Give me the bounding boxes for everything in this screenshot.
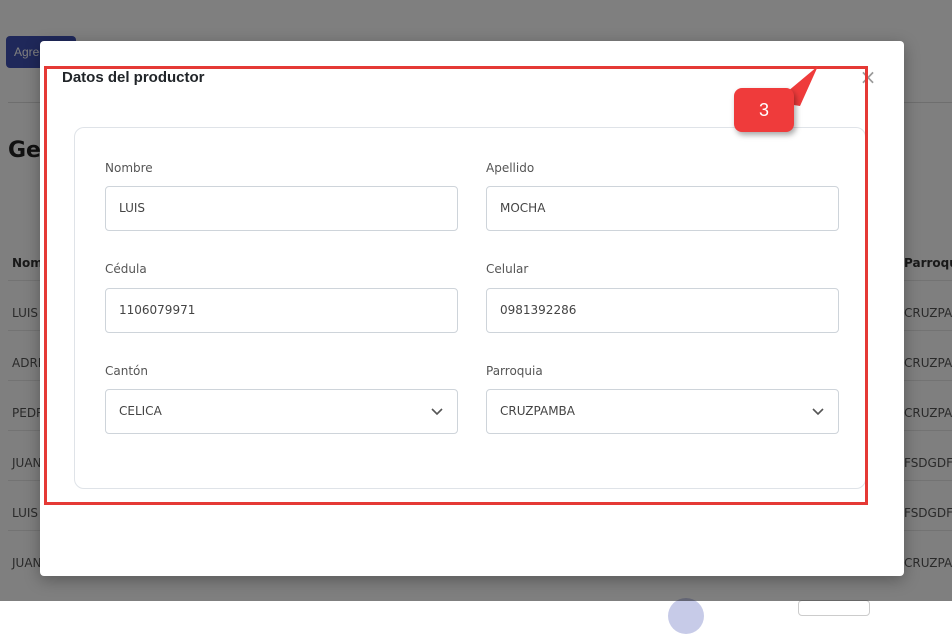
parroquia-select[interactable]: CRUZPAMBA <box>486 389 839 434</box>
cedula-field[interactable]: 1106079971 <box>105 288 458 333</box>
apellido-label: Apellido <box>486 161 535 175</box>
step-callout: 3 <box>734 88 794 132</box>
pagination-size-select[interactable] <box>798 600 870 616</box>
celular-field[interactable]: 0981392286 <box>486 288 839 333</box>
chevron-down-icon <box>431 408 443 416</box>
nombre-label: Nombre <box>105 161 153 175</box>
canton-value: CELICA <box>119 404 162 418</box>
canton-select[interactable]: CELICA <box>105 389 458 434</box>
canton-label: Cantón <box>105 364 148 378</box>
cedula-label: Cédula <box>105 262 147 276</box>
apellido-field[interactable]: MOCHA <box>486 186 839 231</box>
modal-title: Datos del productor <box>62 69 205 86</box>
nombre-field[interactable]: LUIS <box>105 186 458 231</box>
parroquia-label: Parroquia <box>486 364 543 378</box>
celular-label: Celular <box>486 262 529 276</box>
close-icon[interactable]: × <box>856 65 880 89</box>
producer-form-card: Nombre LUIS Apellido MOCHA Cédula 110607… <box>74 127 866 489</box>
pagination-current[interactable] <box>668 598 704 634</box>
chevron-down-icon <box>812 408 824 416</box>
parroquia-value: CRUZPAMBA <box>500 404 575 418</box>
